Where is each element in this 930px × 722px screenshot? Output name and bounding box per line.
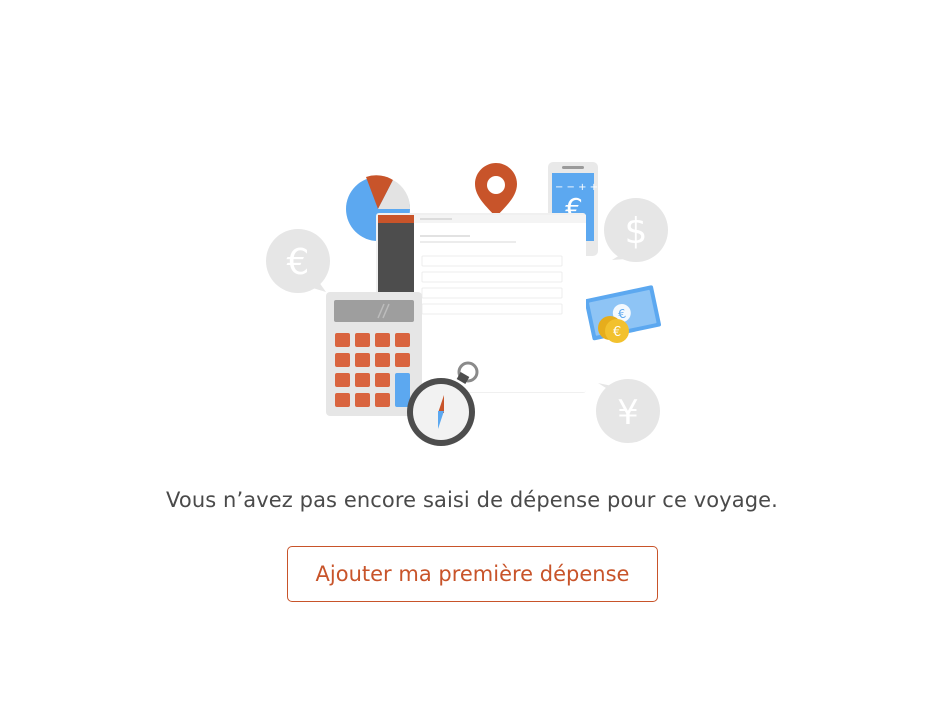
dollar-bubble-icon: $ <box>604 198 668 262</box>
svg-text:€: € <box>613 325 621 340</box>
yen-bubble-icon: ¥ <box>596 379 660 443</box>
euro-bubble-icon: € <box>266 229 330 293</box>
svg-text:€: € <box>287 242 310 283</box>
calculator-icon <box>326 292 422 416</box>
add-first-expense-button[interactable]: Ajouter ma première dépense <box>287 546 658 602</box>
svg-text:$: $ <box>625 211 648 252</box>
empty-expenses-page: € $ ¥ − − + + € € € Vous n’avez pas enco… <box>0 0 930 722</box>
travel-expenses-illustration: € $ ¥ − − + + € € € <box>266 162 668 446</box>
svg-text:¥: ¥ <box>617 393 639 433</box>
location-pin-icon <box>475 163 517 217</box>
empty-expenses-message: Vous n’avez pas encore saisi de dépense … <box>166 488 778 512</box>
